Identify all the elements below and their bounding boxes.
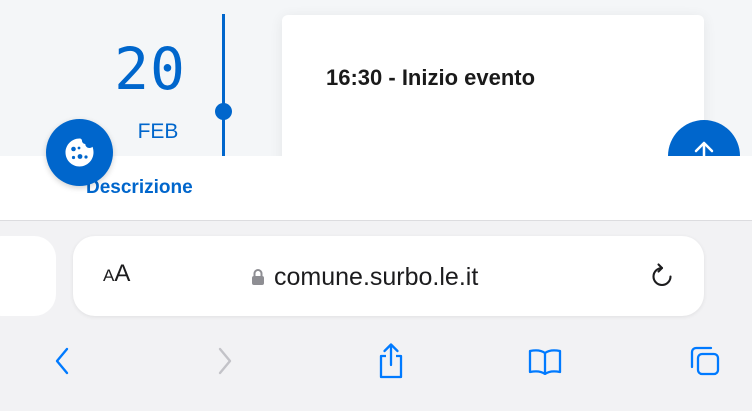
reload-button[interactable] [646,261,678,293]
timeline-line [222,14,225,156]
content-tab-strip: Descrizione [0,156,752,220]
cookie-icon [65,138,94,167]
back-button[interactable] [42,339,82,383]
timeline-dot [215,103,232,120]
share-icon [379,343,403,379]
web-content: 20 FEB 16:30 - Inizio evento Descrizione [0,0,752,220]
text-size-button[interactable]: AA [103,260,130,288]
url-display[interactable]: comune.surbo.le.it [251,260,478,294]
chevron-left-icon [55,347,69,375]
event-title: 16:30 - Inizio evento [326,65,536,90]
tabs-button[interactable] [685,339,725,383]
book-icon [528,349,562,375]
reload-icon [652,263,672,287]
address-bar[interactable]: AA comune.surbo.le.it [73,236,704,316]
aa-icon-large: A [114,260,131,287]
chevron-right-icon [218,347,232,375]
lock-icon [252,269,264,285]
previous-tab-preview[interactable] [0,236,56,316]
share-button[interactable] [371,339,411,383]
tab-descrizione[interactable]: Descrizione [86,177,193,199]
url-text: comune.surbo.le.it [274,262,479,291]
aa-icon-small: A [103,266,115,285]
event-date-month: FEB [137,120,179,143]
forward-button[interactable] [205,339,245,383]
browser-chrome: AA comune.surbo.le.it [0,220,752,411]
bookmarks-button[interactable] [525,339,565,383]
tabs-icon [690,346,720,376]
cookie-settings-button[interactable] [46,119,113,186]
event-date-day: 20 [114,35,186,103]
